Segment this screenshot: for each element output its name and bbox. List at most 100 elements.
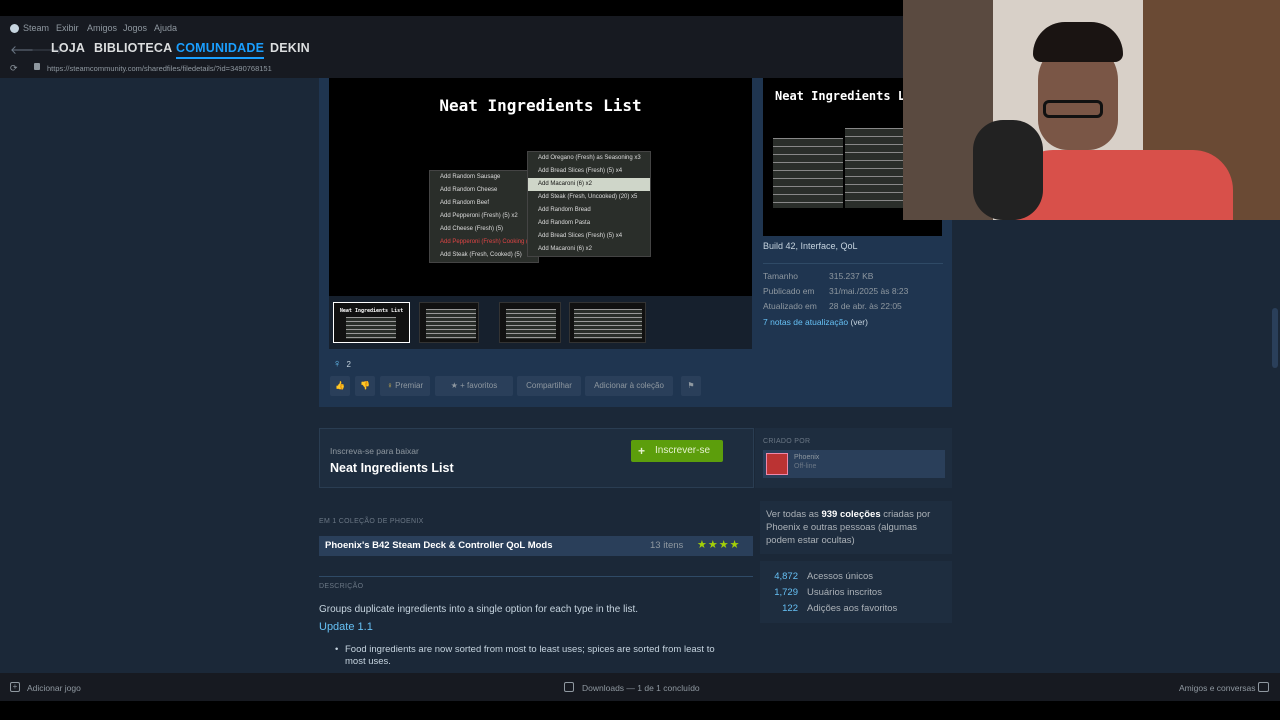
- preview-title: Neat Ingredients List: [439, 96, 642, 115]
- collection-rating-stars: ★★★★: [697, 539, 741, 551]
- menu-ajuda[interactable]: Ajuda: [154, 23, 177, 33]
- menu-line: Add Bread Slices (Fresh) (5) x4: [538, 233, 623, 239]
- updated-value: 28 de abr. às 22:05: [829, 301, 902, 311]
- nav-biblioteca[interactable]: BIBLIOTECA: [94, 41, 172, 55]
- stats-box: 4,872 Acessos únicos 1,729 Usuários insc…: [760, 561, 952, 623]
- menu-steam[interactable]: Steam: [23, 23, 49, 33]
- thumbs-up-button[interactable]: 👍: [330, 376, 350, 396]
- thumbnail-lines: [426, 309, 476, 339]
- nav-loja[interactable]: LOJA: [51, 41, 85, 55]
- size-label: Tamanho: [763, 271, 798, 281]
- tags[interactable]: Build 42, Interface, QoL: [763, 241, 858, 251]
- downloads-status[interactable]: Downloads — 1 de 1 concluído: [582, 683, 700, 693]
- menu-amigos[interactable]: Amigos: [87, 23, 117, 33]
- add-game-icon[interactable]: +: [10, 682, 20, 692]
- creator-label: CRIADO POR: [763, 438, 811, 445]
- menu-line: Add Steak (Fresh, Cooked) (5): [440, 252, 522, 258]
- collection-row[interactable]: Phoenix's B42 Steam Deck & Controller Qo…: [319, 536, 753, 556]
- stat-label: Acessos únicos: [807, 571, 874, 582]
- collection-name: Phoenix's B42 Steam Deck & Controller Qo…: [325, 540, 553, 551]
- stat-num: 122: [782, 603, 798, 614]
- add-to-collection-button[interactable]: Adicionar à coleção: [585, 376, 673, 396]
- menu-line: Add Macaroni (6) x2: [528, 178, 650, 191]
- side-preview-title: Neat Ingredients L: [775, 89, 906, 103]
- add-game-button[interactable]: Adicionar jogo: [27, 683, 81, 693]
- stat-label: Usuários inscritos: [807, 587, 882, 598]
- creator-card[interactable]: Phoenix Off-line: [763, 450, 945, 478]
- main-preview-image: Neat Ingredients List Add Random Sausage…: [329, 78, 752, 296]
- awards-row: ♀ 2: [333, 358, 351, 370]
- preview-right-menu: Add Oregano (Fresh) as Seasoning x3 Add …: [527, 151, 651, 257]
- report-button[interactable]: ⚑: [681, 376, 701, 396]
- update-notes-row: 7 notas de atualização (ver): [763, 317, 868, 327]
- menu-line: Add Random Beef: [440, 200, 490, 206]
- thumbnail-3[interactable]: [499, 302, 561, 343]
- menu-line: Add Pepperoni (Fresh) (5) x2: [440, 213, 518, 219]
- collection-count: 13 itens: [650, 540, 684, 551]
- award-icon: ♀: [333, 358, 342, 370]
- published-label: Publicado em: [763, 286, 815, 296]
- nav-comunidade[interactable]: COMUNIDADE: [176, 41, 265, 59]
- award-label: Premiar: [395, 381, 424, 390]
- preview-left-menu: Add Random Sausage Add Random Cheese Add…: [429, 170, 539, 263]
- creator-name: Phoenix: [794, 454, 820, 461]
- award-ribbon-icon: ♀: [386, 381, 393, 390]
- creator-avatar: [766, 453, 788, 475]
- stat-num: 1,729: [774, 587, 798, 598]
- url-text[interactable]: https://steamcommunity.com/sharedfiles/f…: [47, 64, 272, 73]
- size-row: Tamanho 315.237 KB: [763, 271, 873, 281]
- creator-status: Off-line: [794, 463, 817, 470]
- description-divider: [319, 576, 753, 577]
- thumbnail-lines: [506, 309, 556, 339]
- page-scrollbar[interactable]: [1272, 308, 1278, 368]
- thumbs-down-button[interactable]: 👎: [355, 376, 375, 396]
- menu-line: Add Pepperoni (Fresh) Cooking (4): [440, 239, 534, 245]
- subscribe-button[interactable]: + Inscrever-se: [631, 440, 723, 462]
- share-button[interactable]: Compartilhar: [517, 376, 581, 396]
- size-value: 315.237 KB: [829, 271, 874, 281]
- thumbnail-1[interactable]: Neat Ingredients List: [333, 302, 410, 343]
- thumbnail-strip: Neat Ingredients List: [329, 296, 752, 349]
- webcam-glasses: [1043, 100, 1103, 118]
- thumbnail-4[interactable]: [569, 302, 646, 343]
- favorite-button[interactable]: ★ + favoritos: [435, 376, 513, 396]
- subscribe-hint: Inscreva-se para baixar: [330, 446, 419, 456]
- award-button[interactable]: ♀ Premiar: [380, 376, 430, 396]
- thumbnail-2[interactable]: [419, 302, 479, 343]
- award-count: 2: [346, 360, 351, 369]
- steam-logo-icon: [10, 24, 19, 33]
- menu-line: Add Random Bread: [538, 207, 591, 213]
- update-notes-link[interactable]: 7 notas de atualização: [763, 317, 848, 327]
- updated-label: Atualizado em: [763, 301, 817, 311]
- menu-jogos[interactable]: Jogos: [123, 23, 147, 33]
- friends-chat-button[interactable]: Amigos e conversas: [1179, 683, 1256, 693]
- menu-line: Add Random Pasta: [538, 220, 591, 226]
- updated-row: Atualizado em 28 de abr. às 22:05: [763, 301, 902, 311]
- plus-icon: +: [638, 444, 646, 458]
- description-text: Groups duplicate ingredients into a sing…: [319, 604, 639, 615]
- webcam-person-hair: [1033, 22, 1123, 62]
- collections-text: Ver todas as 939 coleções criadas por Ph…: [766, 508, 946, 547]
- downloads-icon: [564, 682, 574, 692]
- webcam-microphone: [973, 120, 1043, 220]
- bullet-text: Food ingredients are now sorted from mos…: [345, 644, 715, 667]
- stat-label: Adições aos favoritos: [807, 603, 898, 614]
- nav-user[interactable]: DEKIN: [270, 41, 310, 55]
- menu-exibir[interactable]: Exibir: [56, 23, 79, 33]
- menu-line: Add Bread Slices (Fresh) (5) x4: [538, 168, 623, 174]
- side-menu-lines: [773, 138, 843, 208]
- window-bottom-strip: [0, 701, 1280, 720]
- menu-line: Add Oregano (Fresh) as Seasoning x3: [538, 155, 641, 161]
- menu-line: Add Cheese (Fresh) (5): [440, 226, 504, 232]
- thumbs-down-icon: 👎: [360, 381, 370, 390]
- favorite-label: + favoritos: [460, 381, 498, 390]
- collections-count-link[interactable]: 939 coleções: [821, 509, 880, 520]
- webcam-person-shirt: [1013, 150, 1233, 220]
- update-notes-view[interactable]: (ver): [850, 317, 867, 327]
- flag-icon: ⚑: [687, 381, 695, 390]
- bullet-dot: •: [335, 644, 339, 655]
- chat-icon[interactable]: [1258, 682, 1269, 692]
- stat-num: 4,872: [774, 571, 798, 582]
- reload-icon[interactable]: ⟳: [10, 63, 18, 74]
- subscribe-label: Inscrever-se: [655, 445, 711, 456]
